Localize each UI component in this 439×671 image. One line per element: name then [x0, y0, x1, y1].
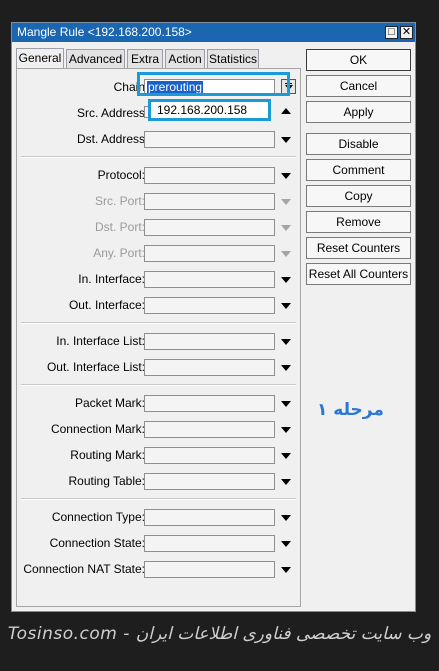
routing-mark-row: Routing Mark:: [17, 447, 302, 465]
connection-state-label: Connection State:: [49, 536, 145, 550]
dropdown-arrow-icon[interactable]: [281, 303, 291, 309]
divider: [21, 498, 296, 500]
dropdown-arrow-icon[interactable]: [281, 339, 291, 345]
dropdown-arrow-icon: [281, 225, 291, 231]
routing-mark-label: Routing Mark:: [70, 448, 145, 462]
dst-address-row: Dst. Address: [17, 131, 302, 149]
dst-address-label: Dst. Address: [76, 132, 145, 146]
out-interface-input[interactable]: [144, 297, 275, 314]
dropdown-arrow-icon[interactable]: [281, 479, 291, 485]
packet-mark-row: Packet Mark:: [17, 395, 302, 413]
protocol-label: Protocol:: [97, 168, 145, 182]
dropdown-arrow-icon[interactable]: [281, 401, 291, 407]
connection-nat-state-input[interactable]: [144, 561, 275, 578]
disable-button[interactable]: Disable: [306, 133, 411, 155]
close-icon[interactable]: ✕: [400, 26, 413, 39]
window-titlebar[interactable]: Mangle Rule <192.168.200.158> □ ✕: [12, 23, 415, 42]
src-address-suggestion-popup[interactable]: 192.168.200.158: [148, 99, 271, 121]
connection-nat-state-row: Connection NAT State:: [17, 561, 302, 579]
src-port-row: Src. Port:: [17, 193, 302, 211]
src-port-input: [144, 193, 275, 210]
any-port-label: Any. Port:: [93, 246, 145, 260]
connection-mark-row: Connection Mark:: [17, 421, 302, 439]
out-interface-label: Out. Interface:: [68, 298, 145, 312]
dst-address-input[interactable]: [144, 131, 275, 148]
routing-mark-input[interactable]: [144, 447, 275, 464]
in-interface-list-row: In. Interface List:: [17, 333, 302, 351]
tab-general[interactable]: General: [16, 48, 64, 69]
src-address-label: Src. Address: [76, 106, 145, 120]
ok-button[interactable]: OK: [306, 49, 411, 71]
dropdown-arrow-icon[interactable]: [281, 277, 291, 283]
routing-table-label: Routing Table:: [68, 474, 146, 488]
watermark-text: Tosinso.com - وب سایت تخصصی فناوری اطلاع…: [7, 624, 432, 644]
chain-highlight-box: [137, 72, 290, 96]
any-port-input: [144, 245, 275, 262]
reset-counters-button[interactable]: Reset Counters: [306, 237, 411, 259]
dropdown-arrow-icon[interactable]: [281, 567, 291, 573]
routing-table-row: Routing Table:: [17, 473, 302, 491]
connection-nat-state-label: Connection NAT State:: [23, 562, 145, 576]
connection-mark-label: Connection Mark:: [50, 422, 145, 436]
divider: [21, 322, 296, 324]
packet-mark-input[interactable]: [144, 395, 275, 412]
dst-port-row: Dst. Port:: [17, 219, 302, 237]
collapse-up-icon[interactable]: [281, 108, 291, 114]
dropdown-arrow-icon[interactable]: [281, 173, 291, 179]
connection-type-label: Connection Type:: [51, 510, 145, 524]
in-interface-row: In. Interface:: [17, 271, 302, 289]
in-interface-list-input[interactable]: [144, 333, 275, 350]
dst-port-label: Dst. Port:: [94, 220, 145, 234]
connection-state-input[interactable]: [144, 535, 275, 552]
out-interface-list-row: Out. Interface List:: [17, 359, 302, 377]
in-interface-label: In. Interface:: [78, 272, 145, 286]
protocol-input[interactable]: [144, 167, 275, 184]
tab-advanced[interactable]: Advanced: [66, 49, 125, 68]
dropdown-arrow-icon[interactable]: [281, 541, 291, 547]
window-title: Mangle Rule <192.168.200.158>: [17, 25, 192, 39]
divider: [21, 156, 296, 158]
connection-type-input[interactable]: [144, 509, 275, 526]
maximize-icon[interactable]: □: [385, 26, 398, 39]
tab-action[interactable]: Action: [165, 49, 205, 68]
tab-extra[interactable]: Extra: [127, 49, 163, 68]
dropdown-arrow-icon: [281, 251, 291, 257]
packet-mark-label: Packet Mark:: [74, 396, 145, 410]
dst-port-input: [144, 219, 275, 236]
expand-down-icon[interactable]: [281, 137, 291, 143]
out-interface-list-input[interactable]: [144, 359, 275, 376]
copy-button[interactable]: Copy: [306, 185, 411, 207]
out-interface-row: Out. Interface:: [17, 297, 302, 315]
connection-state-row: Connection State:: [17, 535, 302, 553]
connection-mark-input[interactable]: [144, 421, 275, 438]
divider: [21, 384, 296, 386]
step-annotation: مرحله ۱: [317, 400, 384, 420]
protocol-row: Protocol:: [17, 167, 302, 185]
dropdown-arrow-icon[interactable]: [281, 515, 291, 521]
tab-statistics[interactable]: Statistics: [207, 49, 259, 68]
comment-button[interactable]: Comment: [306, 159, 411, 181]
apply-button[interactable]: Apply: [306, 101, 411, 123]
reset-all-counters-button[interactable]: Reset All Counters: [306, 263, 411, 285]
connection-type-row: Connection Type:: [17, 509, 302, 527]
remove-button[interactable]: Remove: [306, 211, 411, 233]
cancel-button[interactable]: Cancel: [306, 75, 411, 97]
any-port-row: Any. Port:: [17, 245, 302, 263]
routing-table-input[interactable]: [144, 473, 275, 490]
dropdown-arrow-icon[interactable]: [281, 453, 291, 459]
src-port-label: Src. Port:: [94, 194, 145, 208]
out-interface-list-label: Out. Interface List:: [46, 360, 145, 374]
dropdown-arrow-icon[interactable]: [281, 365, 291, 371]
in-interface-list-label: In. Interface List:: [56, 334, 145, 348]
dropdown-arrow-icon: [281, 199, 291, 205]
in-interface-input[interactable]: [144, 271, 275, 288]
dropdown-arrow-icon[interactable]: [281, 427, 291, 433]
general-panel: Chain prerouting Src. Address Dst. Addre…: [16, 68, 301, 607]
